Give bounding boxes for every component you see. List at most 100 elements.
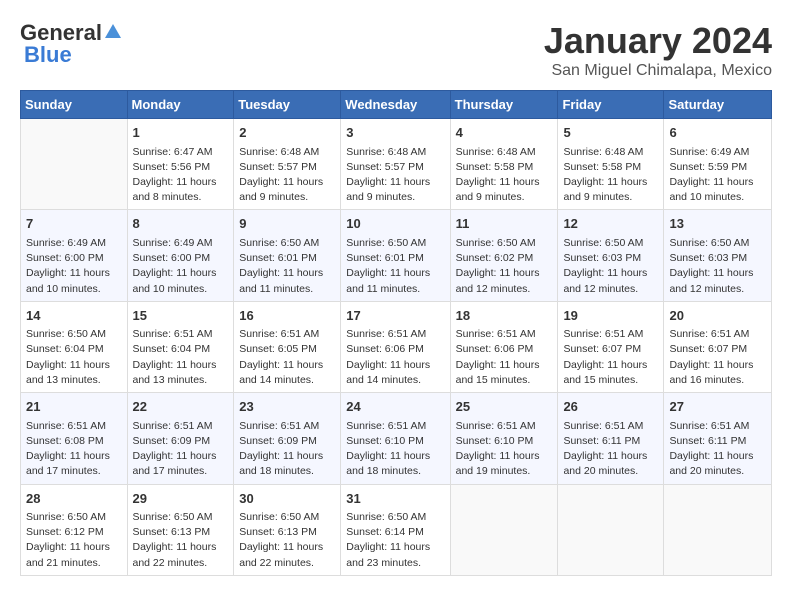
day-number: 17 [346, 306, 444, 326]
calendar-cell [21, 119, 128, 210]
header-thursday: Thursday [450, 91, 558, 119]
day-info: Sunrise: 6:50 AM Sunset: 6:04 PM Dayligh… [26, 327, 122, 388]
calendar-cell: 16Sunrise: 6:51 AM Sunset: 6:05 PM Dayli… [234, 301, 341, 392]
day-info: Sunrise: 6:48 AM Sunset: 5:58 PM Dayligh… [563, 145, 658, 206]
calendar-cell: 10Sunrise: 6:50 AM Sunset: 6:01 PM Dayli… [341, 210, 450, 301]
header-saturday: Saturday [664, 91, 772, 119]
calendar-week-row: 1Sunrise: 6:47 AM Sunset: 5:56 PM Daylig… [21, 119, 772, 210]
day-info: Sunrise: 6:51 AM Sunset: 6:06 PM Dayligh… [346, 327, 444, 388]
calendar-cell: 22Sunrise: 6:51 AM Sunset: 6:09 PM Dayli… [127, 393, 234, 484]
day-number: 28 [26, 489, 122, 509]
calendar-cell: 8Sunrise: 6:49 AM Sunset: 6:00 PM Daylig… [127, 210, 234, 301]
day-number: 20 [669, 306, 766, 326]
day-number: 3 [346, 123, 444, 143]
day-number: 24 [346, 397, 444, 417]
day-number: 19 [563, 306, 658, 326]
logo-triangle-icon [105, 24, 121, 38]
day-number: 15 [133, 306, 229, 326]
logo: General Blue [20, 20, 121, 68]
calendar-cell [664, 484, 772, 575]
calendar-cell: 19Sunrise: 6:51 AM Sunset: 6:07 PM Dayli… [558, 301, 664, 392]
calendar-cell: 2Sunrise: 6:48 AM Sunset: 5:57 PM Daylig… [234, 119, 341, 210]
calendar-week-row: 21Sunrise: 6:51 AM Sunset: 6:08 PM Dayli… [21, 393, 772, 484]
calendar-cell: 24Sunrise: 6:51 AM Sunset: 6:10 PM Dayli… [341, 393, 450, 484]
calendar-cell: 31Sunrise: 6:50 AM Sunset: 6:14 PM Dayli… [341, 484, 450, 575]
day-info: Sunrise: 6:51 AM Sunset: 6:11 PM Dayligh… [563, 419, 658, 480]
calendar-cell: 26Sunrise: 6:51 AM Sunset: 6:11 PM Dayli… [558, 393, 664, 484]
day-info: Sunrise: 6:50 AM Sunset: 6:13 PM Dayligh… [133, 510, 229, 571]
day-number: 6 [669, 123, 766, 143]
day-info: Sunrise: 6:50 AM Sunset: 6:14 PM Dayligh… [346, 510, 444, 571]
day-info: Sunrise: 6:51 AM Sunset: 6:07 PM Dayligh… [563, 327, 658, 388]
calendar-cell: 11Sunrise: 6:50 AM Sunset: 6:02 PM Dayli… [450, 210, 558, 301]
day-info: Sunrise: 6:50 AM Sunset: 6:01 PM Dayligh… [239, 236, 335, 297]
calendar-week-row: 28Sunrise: 6:50 AM Sunset: 6:12 PM Dayli… [21, 484, 772, 575]
day-info: Sunrise: 6:51 AM Sunset: 6:10 PM Dayligh… [456, 419, 553, 480]
calendar-cell: 13Sunrise: 6:50 AM Sunset: 6:03 PM Dayli… [664, 210, 772, 301]
calendar-cell: 14Sunrise: 6:50 AM Sunset: 6:04 PM Dayli… [21, 301, 128, 392]
day-info: Sunrise: 6:50 AM Sunset: 6:02 PM Dayligh… [456, 236, 553, 297]
calendar-cell [558, 484, 664, 575]
day-number: 14 [26, 306, 122, 326]
calendar-cell: 17Sunrise: 6:51 AM Sunset: 6:06 PM Dayli… [341, 301, 450, 392]
calendar-cell: 25Sunrise: 6:51 AM Sunset: 6:10 PM Dayli… [450, 393, 558, 484]
day-number: 11 [456, 214, 553, 234]
calendar-week-row: 14Sunrise: 6:50 AM Sunset: 6:04 PM Dayli… [21, 301, 772, 392]
day-info: Sunrise: 6:50 AM Sunset: 6:12 PM Dayligh… [26, 510, 122, 571]
logo-blue-text: Blue [24, 42, 72, 67]
calendar-cell: 1Sunrise: 6:47 AM Sunset: 5:56 PM Daylig… [127, 119, 234, 210]
day-number: 4 [456, 123, 553, 143]
calendar-cell: 7Sunrise: 6:49 AM Sunset: 6:00 PM Daylig… [21, 210, 128, 301]
calendar-cell: 27Sunrise: 6:51 AM Sunset: 6:11 PM Dayli… [664, 393, 772, 484]
day-info: Sunrise: 6:51 AM Sunset: 6:10 PM Dayligh… [346, 419, 444, 480]
day-number: 23 [239, 397, 335, 417]
calendar-cell: 3Sunrise: 6:48 AM Sunset: 5:57 PM Daylig… [341, 119, 450, 210]
day-info: Sunrise: 6:48 AM Sunset: 5:58 PM Dayligh… [456, 145, 553, 206]
day-info: Sunrise: 6:51 AM Sunset: 6:09 PM Dayligh… [133, 419, 229, 480]
day-info: Sunrise: 6:50 AM Sunset: 6:03 PM Dayligh… [563, 236, 658, 297]
day-number: 31 [346, 489, 444, 509]
day-info: Sunrise: 6:51 AM Sunset: 6:05 PM Dayligh… [239, 327, 335, 388]
calendar-cell: 4Sunrise: 6:48 AM Sunset: 5:58 PM Daylig… [450, 119, 558, 210]
day-number: 30 [239, 489, 335, 509]
calendar-cell: 18Sunrise: 6:51 AM Sunset: 6:06 PM Dayli… [450, 301, 558, 392]
calendar-cell: 9Sunrise: 6:50 AM Sunset: 6:01 PM Daylig… [234, 210, 341, 301]
header-sunday: Sunday [21, 91, 128, 119]
day-number: 16 [239, 306, 335, 326]
day-info: Sunrise: 6:51 AM Sunset: 6:09 PM Dayligh… [239, 419, 335, 480]
day-number: 21 [26, 397, 122, 417]
day-info: Sunrise: 6:49 AM Sunset: 6:00 PM Dayligh… [26, 236, 122, 297]
day-number: 12 [563, 214, 658, 234]
day-number: 7 [26, 214, 122, 234]
day-number: 5 [563, 123, 658, 143]
day-number: 26 [563, 397, 658, 417]
day-number: 13 [669, 214, 766, 234]
day-number: 9 [239, 214, 335, 234]
day-info: Sunrise: 6:50 AM Sunset: 6:03 PM Dayligh… [669, 236, 766, 297]
calendar-cell: 29Sunrise: 6:50 AM Sunset: 6:13 PM Dayli… [127, 484, 234, 575]
location: San Miguel Chimalapa, Mexico [544, 62, 772, 80]
day-info: Sunrise: 6:51 AM Sunset: 6:04 PM Dayligh… [133, 327, 229, 388]
calendar-cell: 30Sunrise: 6:50 AM Sunset: 6:13 PM Dayli… [234, 484, 341, 575]
calendar-cell: 6Sunrise: 6:49 AM Sunset: 5:59 PM Daylig… [664, 119, 772, 210]
calendar-cell: 28Sunrise: 6:50 AM Sunset: 6:12 PM Dayli… [21, 484, 128, 575]
calendar-table: SundayMondayTuesdayWednesdayThursdayFrid… [20, 90, 772, 576]
header-monday: Monday [127, 91, 234, 119]
calendar-cell: 23Sunrise: 6:51 AM Sunset: 6:09 PM Dayli… [234, 393, 341, 484]
day-info: Sunrise: 6:50 AM Sunset: 6:01 PM Dayligh… [346, 236, 444, 297]
header-tuesday: Tuesday [234, 91, 341, 119]
day-info: Sunrise: 6:47 AM Sunset: 5:56 PM Dayligh… [133, 145, 229, 206]
day-info: Sunrise: 6:50 AM Sunset: 6:13 PM Dayligh… [239, 510, 335, 571]
calendar-cell: 15Sunrise: 6:51 AM Sunset: 6:04 PM Dayli… [127, 301, 234, 392]
calendar-cell: 12Sunrise: 6:50 AM Sunset: 6:03 PM Dayli… [558, 210, 664, 301]
title-block: January 2024 San Miguel Chimalapa, Mexic… [544, 20, 772, 80]
calendar-cell: 20Sunrise: 6:51 AM Sunset: 6:07 PM Dayli… [664, 301, 772, 392]
calendar-cell [450, 484, 558, 575]
calendar-cell: 21Sunrise: 6:51 AM Sunset: 6:08 PM Dayli… [21, 393, 128, 484]
day-info: Sunrise: 6:48 AM Sunset: 5:57 PM Dayligh… [239, 145, 335, 206]
day-number: 1 [133, 123, 229, 143]
day-number: 2 [239, 123, 335, 143]
day-info: Sunrise: 6:49 AM Sunset: 5:59 PM Dayligh… [669, 145, 766, 206]
day-number: 25 [456, 397, 553, 417]
header-wednesday: Wednesday [341, 91, 450, 119]
